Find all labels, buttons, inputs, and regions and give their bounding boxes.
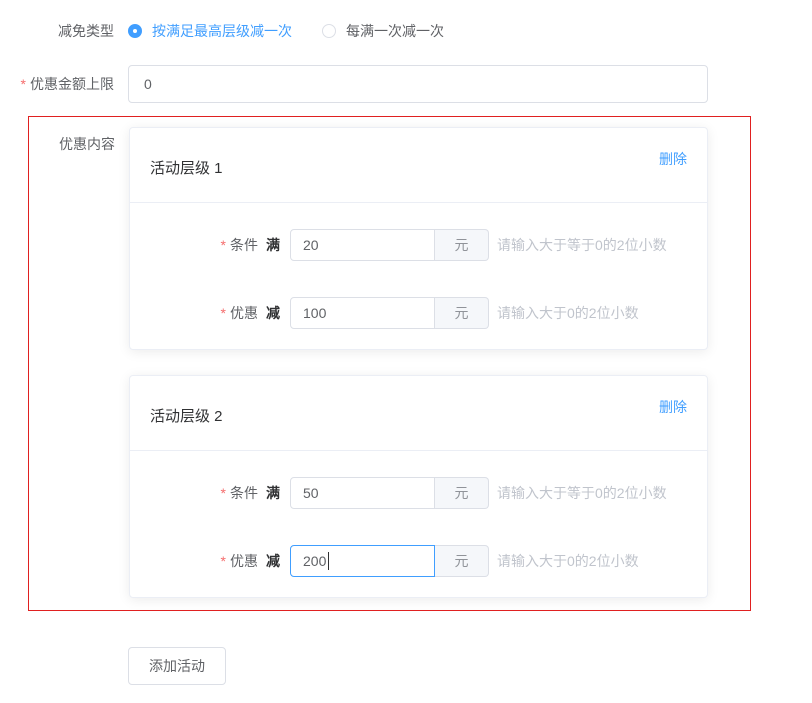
required-mark: *: [221, 237, 226, 253]
discount-cap-input[interactable]: [128, 65, 708, 103]
promotion-form: 减免类型 按满足最高层级减一次 每满一次减一次 *优惠金额上限 优惠内容 活动层…: [0, 0, 812, 685]
discount-cap-label-text: 优惠金额上限: [30, 76, 114, 92]
tier-card-1-body: *条件满 元 请输入大于等于0的2位小数 *优惠减 元 请输入大: [130, 203, 707, 349]
tier-cards-column: 活动层级 1 删除 *条件满 元 请输入大于等于0的2位小数 *优惠减: [129, 117, 708, 598]
tier-1-condition-row: *条件满 元 请输入大于等于0的2位小数: [150, 229, 687, 261]
tier-2-condition-row: *条件满 元 请输入大于等于0的2位小数: [150, 477, 687, 509]
condition-label-text: 条件: [230, 237, 258, 253]
unit-suffix: 元: [435, 545, 489, 577]
tier-1-title: 活动层级 1: [150, 157, 223, 178]
tier-1-condition-input[interactable]: [290, 229, 435, 261]
required-mark: *: [21, 76, 26, 92]
required-mark: *: [221, 553, 226, 569]
radio-selected-icon[interactable]: [128, 24, 142, 38]
discount-cap-row: *优惠金额上限: [0, 65, 812, 103]
discount-label-text: 优惠: [230, 553, 258, 569]
reduction-type-label: 减免类型: [0, 22, 114, 40]
tier-1-discount-input[interactable]: [290, 297, 435, 329]
condition-label-text: 条件: [230, 485, 258, 501]
radio-unselected-icon[interactable]: [322, 24, 336, 38]
tier-1-discount-row: *优惠减 元 请输入大于0的2位小数: [150, 297, 687, 329]
tier-2-delete-button[interactable]: 删除: [659, 397, 687, 417]
radio-highest-tier-once-label[interactable]: 按满足最高层级减一次: [152, 21, 292, 41]
discount-cap-control: [128, 65, 708, 103]
radio-highest-tier-once[interactable]: 按满足最高层级减一次: [128, 21, 292, 41]
tier-2-discount-input-focused[interactable]: [290, 545, 435, 577]
tier-card-2: 活动层级 2 删除 *条件满 元 请输入大于等于0的2位小数 *优惠减: [129, 375, 708, 598]
tier-2-discount-input-group: 元: [290, 545, 489, 577]
tier-1-condition-label: *条件满: [150, 235, 280, 255]
tier-1-condition-input-group: 元: [290, 229, 489, 261]
tier-2-condition-hint: 请输入大于等于0的2位小数: [497, 483, 667, 503]
tier-2-condition-input-group: 元: [290, 477, 489, 509]
text-caret: [328, 552, 329, 570]
discount-content-section: 优惠内容 活动层级 1 删除 *条件满 元 请输入大于等于0的2位小数: [28, 116, 751, 611]
unit-suffix: 元: [435, 477, 489, 509]
tier-1-discount-input-group: 元: [290, 297, 489, 329]
tier-2-condition-label: *条件满: [150, 483, 280, 503]
condition-keyword: 满: [266, 485, 280, 501]
tier-1-condition-hint: 请输入大于等于0的2位小数: [497, 235, 667, 255]
unit-suffix: 元: [435, 297, 489, 329]
tier-2-discount-hint: 请输入大于0的2位小数: [497, 551, 639, 571]
required-mark: *: [221, 305, 226, 321]
add-activity-button[interactable]: 添加活动: [128, 647, 226, 685]
tier-card-1: 活动层级 1 删除 *条件满 元 请输入大于等于0的2位小数 *优惠减: [129, 127, 708, 350]
required-mark: *: [221, 485, 226, 501]
reduction-type-row: 减免类型 按满足最高层级减一次 每满一次减一次: [0, 21, 812, 41]
tier-card-2-body: *条件满 元 请输入大于等于0的2位小数 *优惠减: [130, 451, 707, 597]
discount-content-label: 优惠内容: [29, 117, 115, 153]
tier-1-discount-label: *优惠减: [150, 303, 280, 323]
discount-keyword: 减: [266, 305, 280, 321]
tier-2-discount-row: *优惠减 元 请输入大于0的2位小数: [150, 545, 687, 577]
discount-label-text: 优惠: [230, 305, 258, 321]
add-activity-row: 添加活动: [128, 647, 812, 685]
tier-1-delete-button[interactable]: 删除: [659, 149, 687, 169]
tier-2-discount-label: *优惠减: [150, 551, 280, 571]
tier-1-discount-hint: 请输入大于0的2位小数: [497, 303, 639, 323]
tier-card-2-header: 活动层级 2 删除: [130, 376, 707, 451]
unit-suffix: 元: [435, 229, 489, 261]
discount-keyword: 减: [266, 553, 280, 569]
reduction-type-radio-group: 按满足最高层级减一次 每满一次减一次: [128, 21, 444, 41]
radio-every-time-once[interactable]: 每满一次减一次: [322, 21, 444, 41]
discount-cap-label: *优惠金额上限: [0, 75, 114, 93]
tier-2-condition-input[interactable]: [290, 477, 435, 509]
tier-2-title: 活动层级 2: [150, 405, 223, 426]
tier-card-1-header: 活动层级 1 删除: [130, 128, 707, 203]
condition-keyword: 满: [266, 237, 280, 253]
radio-every-time-once-label[interactable]: 每满一次减一次: [346, 21, 444, 41]
